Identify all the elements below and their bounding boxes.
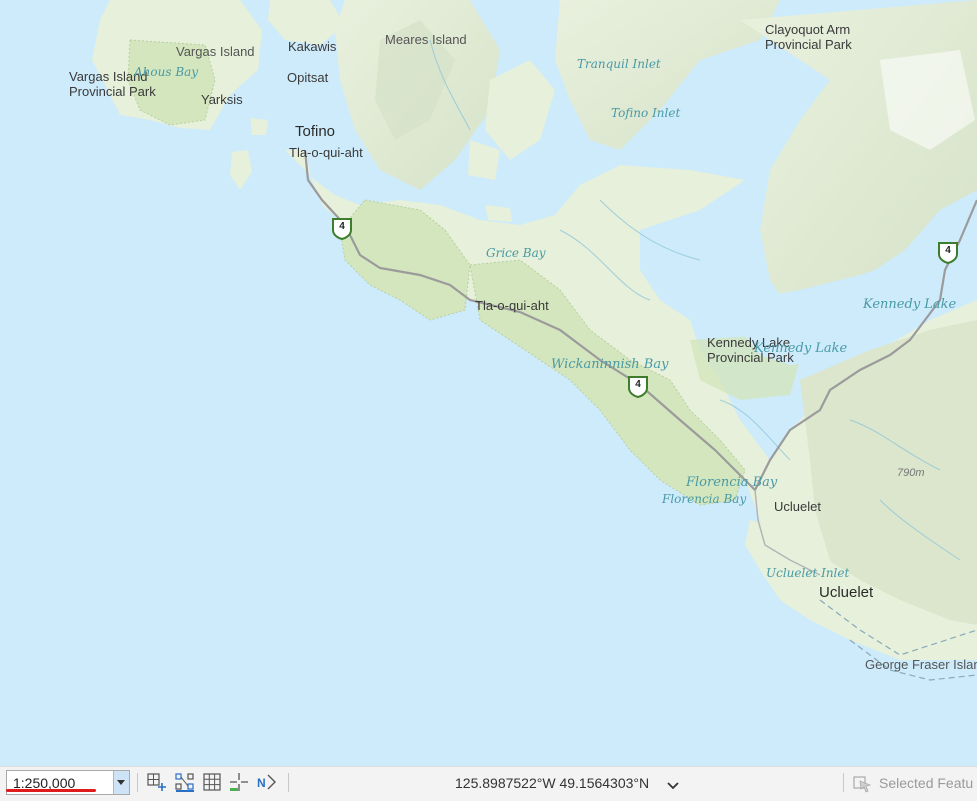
label-george-fraser-islands: George Fraser Islan — [865, 657, 977, 672]
label-yarksis: Yarksis — [201, 92, 243, 107]
scale-dropdown-button[interactable] — [113, 771, 129, 794]
cursor-crosshair-icon[interactable] — [228, 771, 250, 793]
highway-shield-icon: 4 — [332, 218, 352, 240]
label-vargas-island: Vargas Island — [176, 44, 255, 59]
island — [468, 140, 500, 180]
label-kennedy-lake-north: Kennedy Lake — [863, 297, 957, 312]
island — [250, 118, 268, 135]
label-ucluelet: Ucluelet — [819, 584, 874, 601]
label-florencia-bay-2: Florencia Bay — [662, 492, 747, 506]
chevron-down-icon — [117, 780, 125, 785]
label-ucluelet-inlet: Ucluelet Inlet — [766, 566, 850, 580]
snapping-icon[interactable] — [174, 771, 196, 793]
label-meares-island: Meares Island — [385, 32, 467, 47]
label-tla-o-qui-aht-north: Tla-o-qui-aht — [289, 145, 363, 160]
label-clayoquot-park: Clayoquot Arm Provincial Park — [765, 22, 852, 52]
selected-features-icon — [853, 776, 872, 793]
toolbar-divider — [137, 773, 138, 792]
coordinate-readout: 125.8987522°W 49.1564303°N — [455, 775, 650, 791]
grid-icon[interactable] — [201, 771, 223, 793]
selected-features-button[interactable]: Selected Featu — [852, 773, 973, 798]
highway-shield-number: 4 — [635, 379, 641, 390]
toolbar-divider — [288, 773, 289, 792]
label-tofino-inlet: Tofino Inlet — [611, 106, 681, 120]
label-tofino: Tofino — [295, 123, 336, 140]
label-kakawis: Kakawis — [288, 39, 337, 54]
label-ucluelet-small: Ucluelet — [774, 499, 821, 514]
label-elevation: 790m — [897, 467, 925, 479]
label-ahous-bay: Ahous Bay — [134, 65, 199, 79]
north-arrow-icon[interactable]: N — [256, 771, 278, 793]
coordinate-format-chevron-down-icon[interactable] — [667, 777, 679, 795]
highway-shield-number: 4 — [945, 245, 951, 256]
label-florencia-bay: Florencia Bay — [686, 475, 778, 490]
label-wickaninnish-bay: Wickaninnish Bay — [551, 357, 669, 372]
map-view[interactable]: Vargas Island Kakawis Meares Island Varg… — [0, 0, 977, 766]
selected-features-label: Selected Featu — [879, 775, 974, 791]
island — [485, 205, 512, 222]
island — [230, 150, 252, 190]
map-status-bar: N 125.8987522°W 49.1564303°N Selected Fe… — [0, 766, 977, 801]
highway-shield-icon: 4 — [938, 242, 958, 264]
label-tranquil-inlet: Tranquil Inlet — [577, 57, 661, 71]
svg-text:N: N — [257, 776, 266, 790]
basemap-terrain — [92, 0, 977, 681]
highway-shield-number: 4 — [339, 221, 345, 232]
toolbar-divider — [843, 773, 844, 792]
zoom-to-layer-icon[interactable] — [146, 771, 168, 793]
label-grice-bay: Grice Bay — [486, 246, 546, 260]
highway-shield-icon: 4 — [628, 376, 648, 398]
label-tla-o-qui-aht-south: Tla-o-qui-aht — [475, 298, 549, 313]
label-kennedy-lake-south: Kennedy Lake — [754, 341, 848, 356]
scale-annotation-underline — [6, 789, 96, 792]
label-opitsat: Opitsat — [287, 70, 329, 85]
